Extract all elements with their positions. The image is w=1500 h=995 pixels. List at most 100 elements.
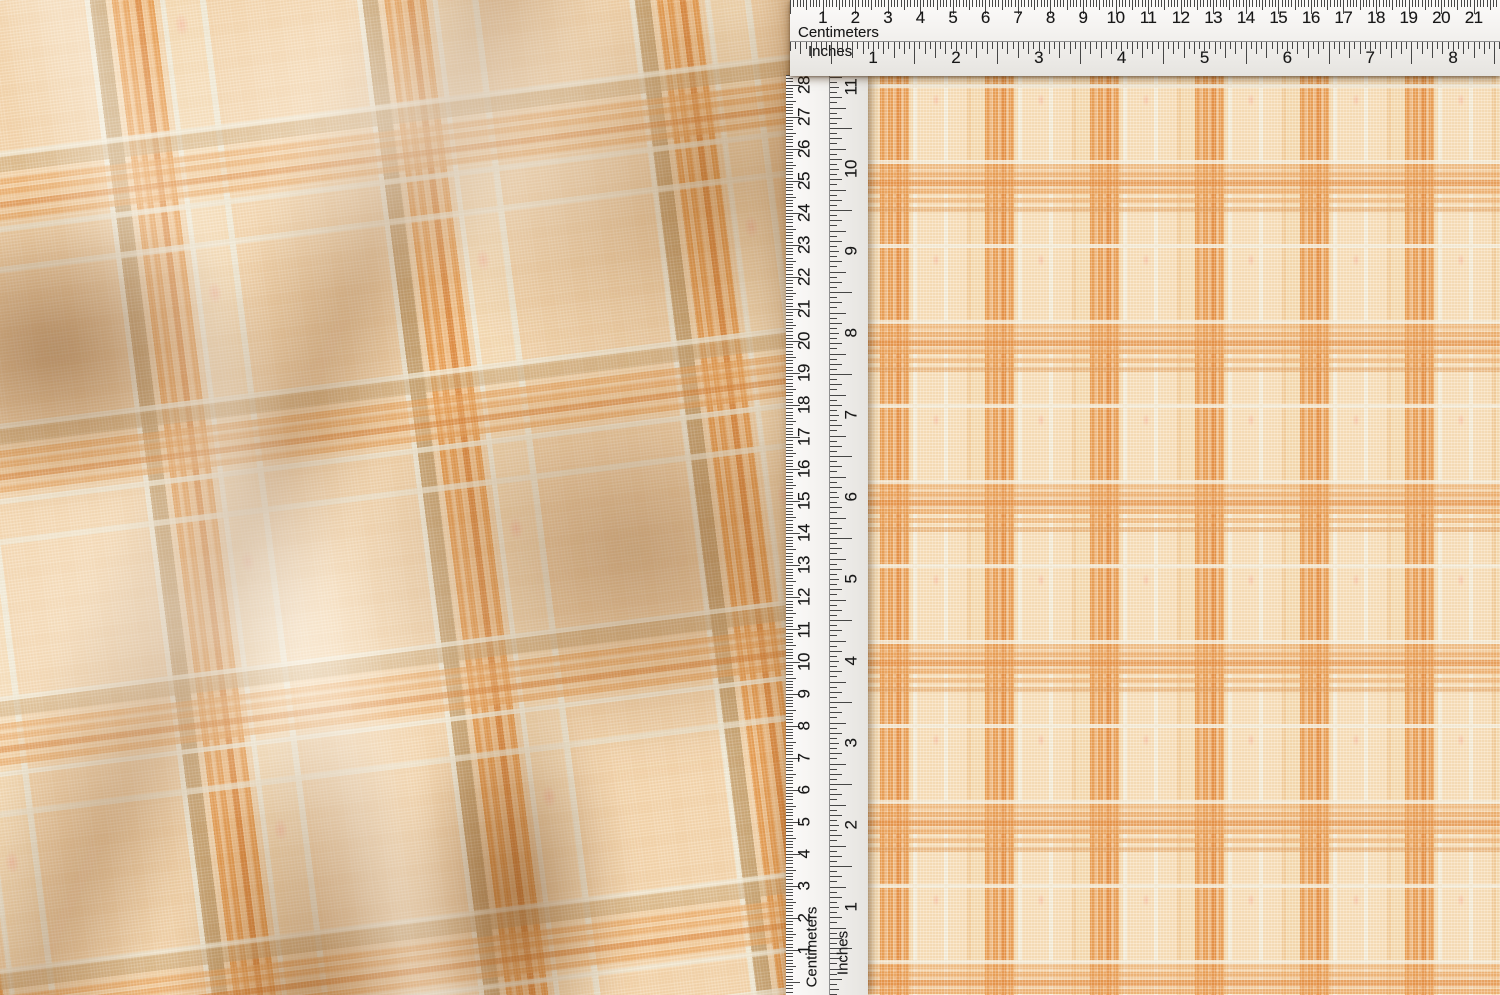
ruler-tick	[830, 246, 837, 247]
ruler-tick	[830, 523, 837, 524]
ruler-tick	[1464, 0, 1465, 7]
ruler-tick	[830, 138, 842, 139]
ruler-tick	[786, 748, 793, 749]
ruler-tick	[830, 482, 837, 483]
ruler-tick	[786, 537, 793, 538]
ruler-tick	[830, 451, 837, 452]
vertical-inch-scale: Inches 1234567891011	[830, 75, 868, 995]
ruler-tick	[786, 722, 793, 723]
ruler-tick	[786, 591, 793, 592]
ruler-tick	[786, 229, 796, 230]
ruler-tick	[1282, 0, 1283, 7]
ruler-tick	[786, 751, 793, 752]
ruler-tick	[1129, 0, 1130, 7]
ruler-tick	[830, 528, 842, 529]
ruler-tick	[1438, 0, 1439, 7]
ruler-tick	[830, 789, 837, 790]
ruler-tick	[830, 620, 852, 621]
horizontal-ruler: Centimeters 1234567891011121314151617181…	[790, 0, 1500, 76]
ruler-tick	[888, 42, 889, 49]
ruler-tick	[1028, 0, 1029, 7]
ruler-tick	[786, 857, 793, 858]
ruler-tick	[1060, 0, 1061, 7]
ruler-tick	[852, 42, 853, 58]
ruler-tick	[786, 210, 793, 211]
ruler-tick	[786, 835, 793, 836]
ruler-tick	[1422, 0, 1423, 7]
ruler-tick	[971, 42, 972, 49]
inch-number: 10	[843, 160, 860, 178]
ruler-tick	[830, 984, 837, 985]
ruler-tick	[830, 697, 837, 698]
cm-number: 6	[796, 785, 813, 794]
ruler-tick	[831, 42, 832, 64]
ruler-tick	[909, 42, 910, 49]
ruler-tick	[786, 761, 793, 762]
ruler-tick	[830, 205, 837, 206]
ruler-tick	[786, 412, 793, 413]
ruler-tick	[830, 784, 852, 785]
ruler-tick	[1184, 42, 1185, 58]
ruler-tick	[786, 328, 793, 329]
ruler-tick	[786, 162, 793, 163]
ruler-tick	[992, 0, 993, 7]
ruler-tick	[786, 825, 793, 826]
ruler-tick	[1080, 0, 1081, 7]
cm-number: 18	[1361, 9, 1391, 26]
ruler-tick	[1339, 42, 1340, 54]
ruler-tick	[830, 236, 837, 237]
ruler-tick	[786, 892, 793, 893]
ruler-tick	[830, 753, 842, 754]
ruler-tick	[1396, 42, 1397, 49]
ruler-tick	[786, 729, 793, 730]
ruler-tick	[899, 42, 900, 49]
ruler-tick	[830, 118, 842, 119]
ruler-tick	[830, 313, 846, 314]
ruler-tick	[830, 881, 837, 882]
ruler-tick	[1096, 0, 1097, 7]
ruler-tick	[1487, 0, 1488, 7]
cm-number: 21	[1459, 9, 1489, 26]
ruler-tick	[786, 796, 793, 797]
ruler-tick	[786, 540, 793, 541]
ruler-tick	[786, 902, 796, 903]
ruler-tick	[891, 0, 892, 7]
ruler-tick	[1470, 0, 1471, 7]
ruler-tick	[786, 238, 793, 239]
ruler-tick	[1220, 0, 1221, 7]
ruler-tick	[1044, 42, 1045, 49]
ruler-tick	[786, 354, 793, 355]
ruler-tick	[830, 887, 846, 888]
ruler-tick	[786, 572, 793, 573]
ruler-tick	[786, 402, 793, 403]
ruler-tick	[1168, 42, 1169, 49]
ruler-tick	[1173, 42, 1174, 54]
ruler-tick	[786, 232, 793, 233]
inch-number: 8	[1438, 49, 1468, 66]
ruler-tick	[1379, 0, 1380, 7]
ruler-tick	[786, 578, 793, 579]
vertical-ruler: Centimeters 1234567891011121314151617181…	[786, 75, 868, 995]
ruler-tick	[830, 266, 837, 267]
ruler-tick	[830, 164, 837, 165]
ruler-tick	[1373, 0, 1374, 7]
ruler-tick	[786, 700, 793, 701]
ruler-tick	[793, 0, 794, 7]
cm-number: 24	[796, 204, 813, 222]
ruler-tick	[1076, 0, 1077, 7]
ruler-tick	[830, 256, 837, 257]
ruler-tick	[786, 982, 800, 983]
ruler-tick	[842, 42, 843, 54]
cm-number: 9	[796, 689, 813, 698]
ruler-tick	[1301, 0, 1302, 7]
ruler-tick	[830, 113, 837, 114]
ruler-tick	[858, 0, 859, 7]
ruler-tick	[1415, 0, 1416, 7]
ruler-tick	[786, 171, 793, 172]
ruler-tick	[830, 953, 837, 954]
ruler-tick	[786, 658, 793, 659]
ruler-tick	[930, 42, 931, 49]
ruler-tick	[786, 495, 793, 496]
ruler-tick	[786, 793, 793, 794]
ruler-tick	[1288, 0, 1289, 7]
